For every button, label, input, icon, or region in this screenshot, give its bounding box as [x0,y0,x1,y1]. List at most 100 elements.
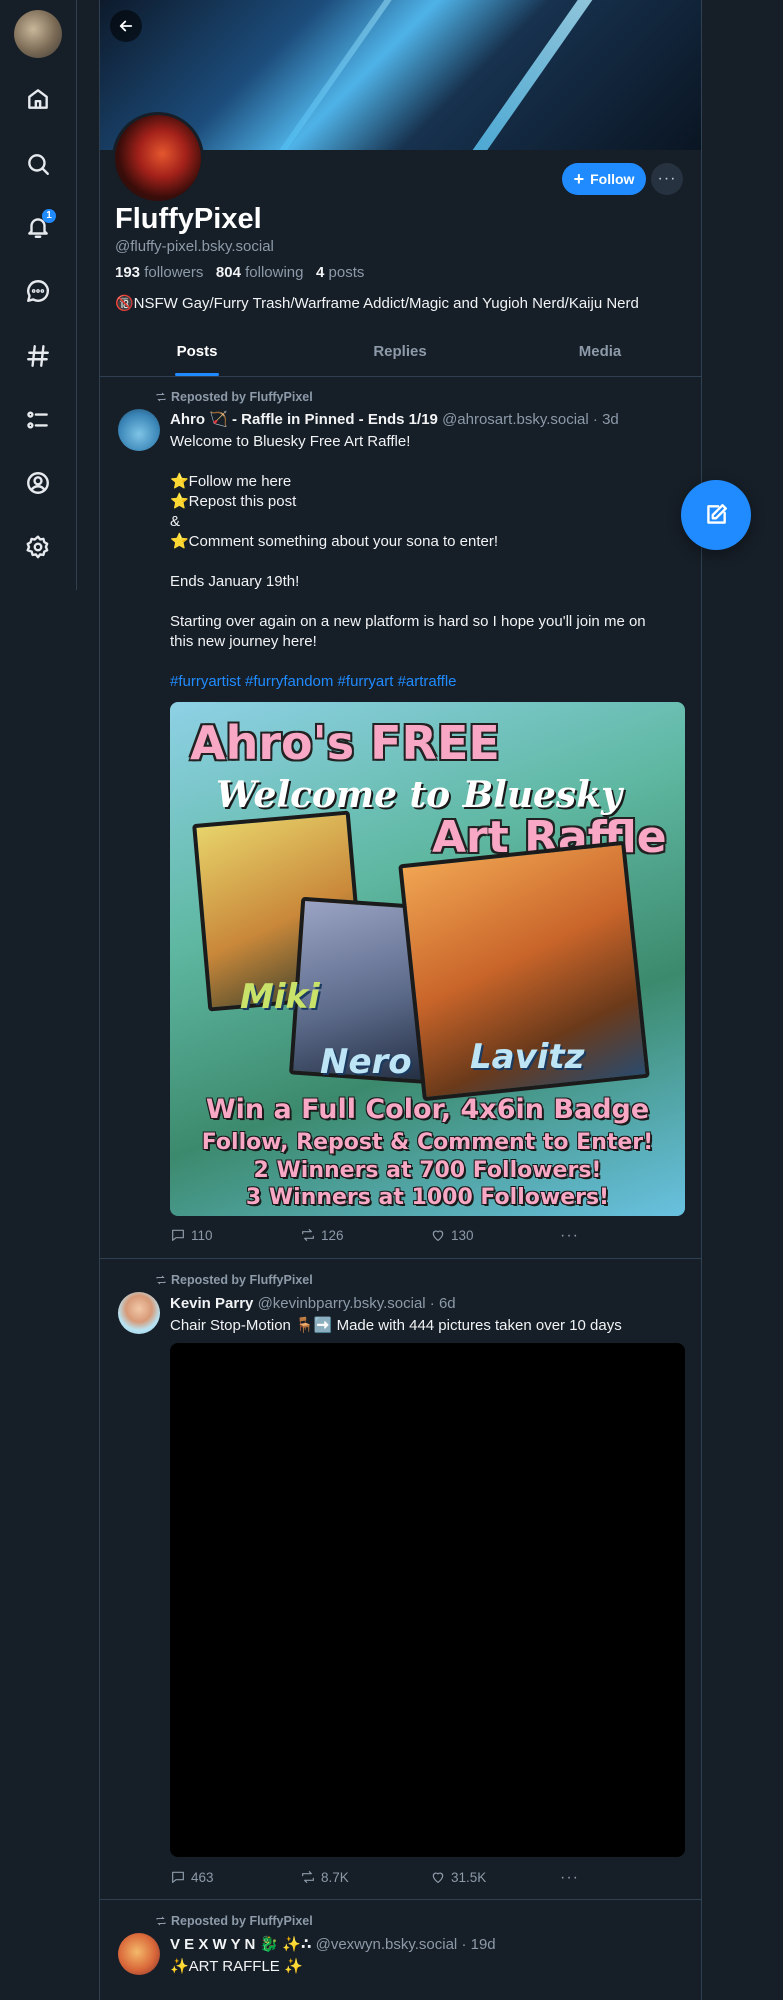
text-line: ⭐Repost this post [170,493,297,510]
settings-icon[interactable] [20,529,56,565]
post-text: Chair Stop-Motion 🪑➡️ Made with 444 pict… [170,1317,622,1334]
more-options-button[interactable]: ··· [651,163,683,195]
repost-icon [156,392,166,402]
chat-icon[interactable] [20,273,56,309]
hashtag-icon[interactable] [20,338,56,374]
avatar[interactable] [118,1933,160,1975]
reply-count: 463 [191,1869,214,1885]
following-count[interactable]: 804 [216,264,241,281]
back-button[interactable] [110,10,142,42]
reply-button[interactable]: 463 [170,1869,214,1885]
author-name[interactable]: V E X W Y N 🐉 ✨∴ [170,1936,311,1953]
text-line: Welcome to Bluesky Free Art Raffle! [170,433,411,450]
followers-label[interactable]: followers [144,264,203,281]
bell-icon[interactable]: 1 [20,209,56,245]
repost-icon [156,1916,166,1926]
text-line: & [170,513,181,530]
feed-post[interactable]: Reposted by FluffyPixel V E X W Y N 🐉 ✨∴… [100,1900,701,2000]
repost-icon [302,1229,314,1241]
image-line: Follow, Repost & Comment to Enter! [201,1130,654,1155]
tab-replies[interactable]: Replies [360,332,440,376]
art-label: Nero [320,1042,412,1082]
posts-count: 4 [316,264,325,281]
image-line: 2 Winners at 700 Followers! [253,1158,602,1183]
follow-button[interactable]: + Follow [562,163,646,195]
text-line: Starting over again on a new platform is… [170,613,646,630]
profile-bio: 🔞NSFW Gay/Furry Trash/Warframe Addict/Ma… [115,295,639,312]
text-line: this new journey here! [170,633,317,650]
repost-icon [156,1275,166,1285]
compose-icon [707,504,727,524]
repost-icon [302,1871,314,1883]
following-label[interactable]: following [245,264,303,281]
image-title: Ahro's FREE [190,716,500,770]
posts-label: posts [328,264,365,281]
like-count: 31.5K [451,1869,487,1885]
post-time[interactable]: · 19d [461,1936,495,1953]
feed-post[interactable]: Reposted by FluffyPixel Kevin Parry @kev… [100,1259,701,1900]
post-time[interactable]: · 6d [430,1295,456,1312]
like-button[interactable]: 31.5K [430,1869,486,1885]
image-line: 3 Winners at 1000 Followers! [245,1185,610,1210]
heart-icon [432,1872,444,1883]
tab-posts[interactable]: Posts [175,332,219,376]
search-icon[interactable] [20,146,56,182]
author-handle[interactable]: @kevinbparry.bsky.social [258,1295,426,1312]
user-avatar[interactable] [14,10,62,58]
left-sidebar: 1 [0,0,77,590]
compose-button[interactable] [681,480,751,550]
followers-count[interactable]: 193 [115,264,140,281]
repost-count: 8.7K [321,1869,349,1885]
post-more-button[interactable]: ··· [560,1227,579,1245]
tab-media[interactable]: Media [565,332,635,376]
repost-label: Reposted by FluffyPixel [171,1273,313,1287]
post-actions: 110 126 130 ··· [170,1227,685,1247]
profile-column: + Follow ··· FluffyPixel @fluffy-pixel.b… [99,0,702,2000]
image-line: Win a Full Color, 4x6in Badge [205,1094,650,1125]
reply-count: 110 [191,1227,213,1243]
repost-label: Reposted by FluffyPixel [171,1914,313,1928]
post-text: ✨ART RAFFLE ✨ [170,1958,303,1975]
author-name[interactable]: Ahro 🏹 - Raffle in Pinned - Ends 1/19 [170,411,438,428]
hashtags[interactable]: #furryartist #furryfandom #furryart #art… [170,672,680,692]
post-time[interactable]: · 3d [593,411,619,428]
video-player[interactable] [170,1343,685,1857]
profile-icon[interactable] [20,465,56,501]
author-handle[interactable]: @ahrosart.bsky.social [442,411,589,428]
repost-label: Reposted by FluffyPixel [171,390,313,404]
repost-count: 126 [321,1227,344,1243]
plus-icon: + [573,169,585,189]
post-actions: 463 8.7K 31.5K ··· [170,1869,685,1889]
text-line: Ends January 19th! [170,573,300,590]
repost-button[interactable]: 126 [300,1227,344,1243]
image-subtitle: Welcome to Bluesky [216,774,623,816]
profile-handle: @fluffy-pixel.bsky.social [115,238,274,255]
list-icon[interactable] [20,402,56,438]
like-button[interactable]: 130 [430,1227,474,1243]
art-label: Miki [240,977,320,1017]
post-more-button[interactable]: ··· [560,1869,579,1887]
feed-post[interactable]: Reposted by FluffyPixel Ahro 🏹 - Raffle … [100,377,701,1259]
reply-button[interactable]: 110 [170,1227,213,1243]
repost-button[interactable]: 8.7K [300,1869,349,1885]
profile-tabs: Posts Replies Media [100,332,701,377]
reply-icon [172,1871,184,1883]
arrow-left-icon [119,20,133,32]
text-line: ⭐Follow me here [170,473,292,490]
repost-indicator: Reposted by FluffyPixel [155,1273,313,1287]
notifications-badge: 1 [42,209,56,223]
follow-label: Follow [590,171,635,187]
author-handle[interactable]: @vexwyn.bsky.social [316,1936,458,1953]
avatar[interactable] [118,409,160,451]
profile-stats: 193 followers 804 following 4 posts [115,264,364,281]
profile-avatar[interactable] [112,112,204,204]
home-icon[interactable] [20,81,56,117]
post-image[interactable]: Ahro's FREE Welcome to Bluesky Art Raffl… [170,702,685,1216]
text-line: ⭐Comment something about your sona to en… [170,533,499,550]
art-label: Lavitz [470,1037,585,1077]
heart-icon [432,1230,444,1241]
post-header: V E X W Y N 🐉 ✨∴ @vexwyn.bsky.social · 1… [170,1935,496,1953]
author-name[interactable]: Kevin Parry [170,1295,253,1312]
avatar[interactable] [118,1292,160,1334]
like-count: 130 [451,1227,474,1243]
